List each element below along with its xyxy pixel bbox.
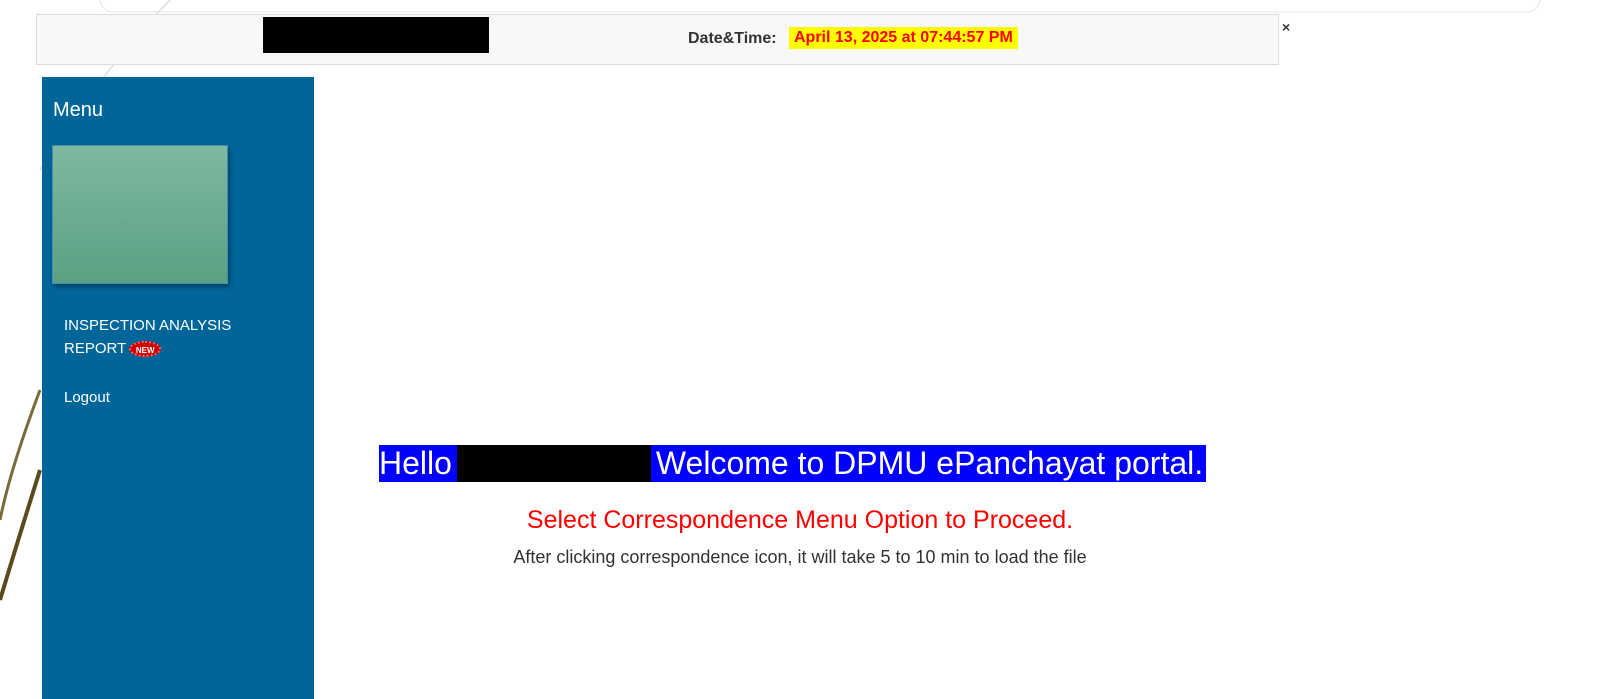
welcome-text: Welcome to DPMU ePanchayat portal. bbox=[655, 445, 1204, 481]
loading-note: After clicking correspondence icon, it w… bbox=[513, 547, 1087, 567]
datetime-value: April 13, 2025 at 07:44:57 PM bbox=[789, 27, 1018, 49]
sidebar-item-logout[interactable]: Logout bbox=[64, 389, 110, 406]
profile-image bbox=[52, 145, 228, 284]
header-bar: Date&Time: April 13, 2025 at 07:44:57 PM bbox=[36, 14, 1279, 65]
welcome-banner: Hello Welcome to DPMU ePanchayat portal. bbox=[379, 445, 1207, 482]
new-badge-icon: NEW bbox=[129, 341, 162, 358]
instruction-text: Select Correspondence Menu Option to Pro… bbox=[526, 506, 1074, 534]
sidebar-title: Menu bbox=[53, 99, 104, 121]
datetime-label: Date&Time: bbox=[688, 30, 777, 47]
redacted-username bbox=[456, 445, 651, 482]
sidebar-item-inspection-analysis-report[interactable]: INSPECTION ANALYSIS REPORT NEW bbox=[64, 314, 254, 360]
greeting-text: Hello bbox=[379, 445, 452, 481]
sidebar: Menu INSPECTION ANALYSIS REPORT NEW Logou… bbox=[42, 77, 314, 699]
close-icon[interactable]: × bbox=[1282, 19, 1290, 35]
redacted-header-block bbox=[263, 17, 489, 53]
